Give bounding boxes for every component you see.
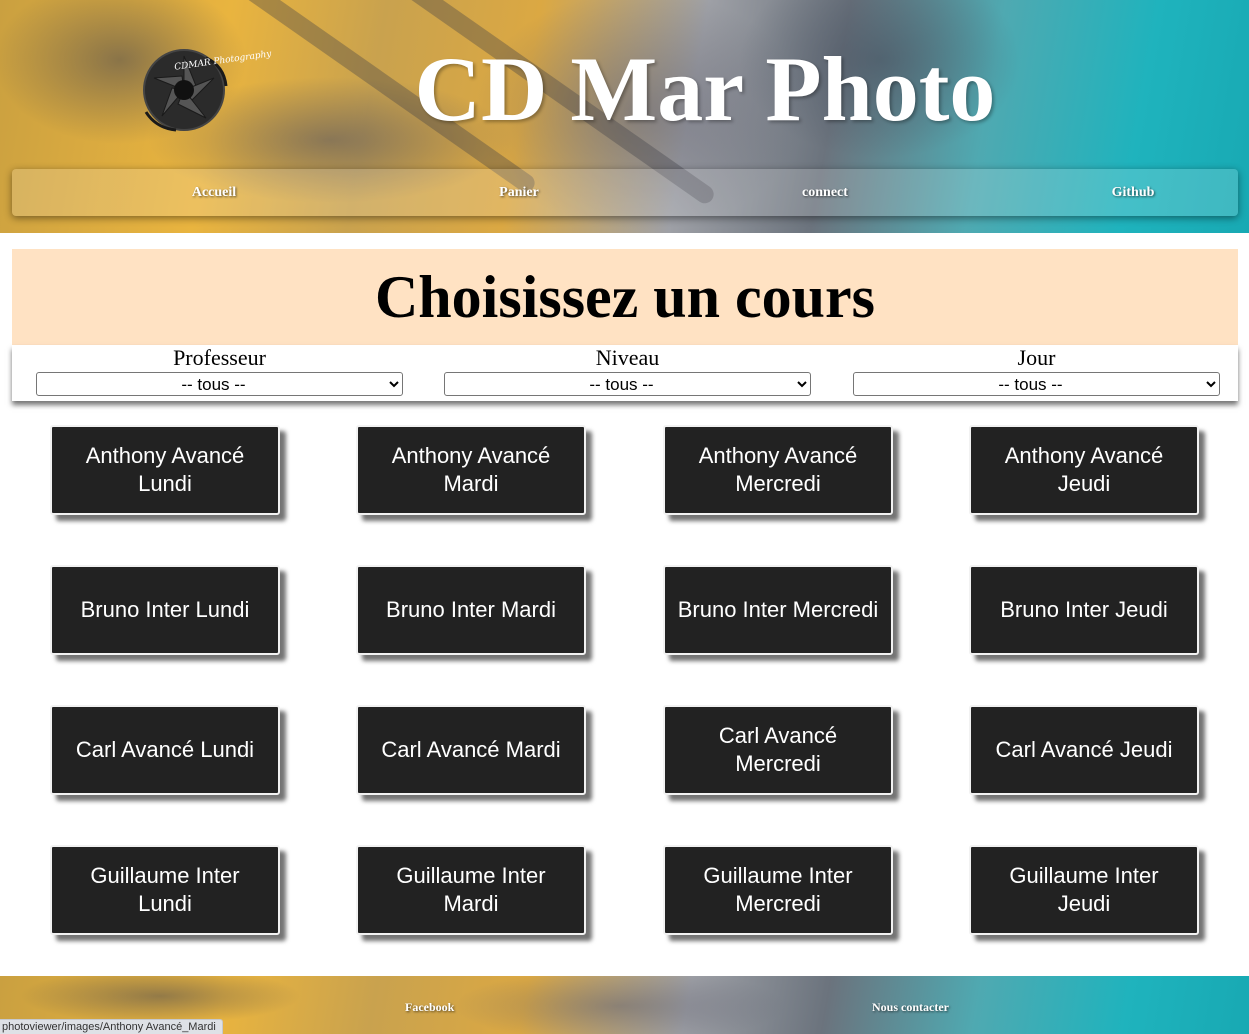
filter-professeur: Professeur -- tous -- [36,345,403,396]
page-heading-banner: Choisissez un cours [12,249,1238,345]
nav-accueil-link[interactable]: Accueil [134,169,294,216]
course-card[interactable]: Guillaume Inter Lundi [50,845,280,935]
course-card[interactable]: Carl Avancé Mardi [356,705,586,795]
course-card[interactable]: Bruno Inter Jeudi [969,565,1199,655]
course-card[interactable]: Guillaume Inter Jeudi [969,845,1199,935]
course-card[interactable]: Anthony Avancé Mardi [356,425,586,515]
footer-facebook-link[interactable]: Facebook [405,1000,454,1015]
footer-contact-link[interactable]: Nous contacter [872,1000,949,1015]
course-card[interactable]: Carl Avancé Mercredi [663,705,893,795]
course-card[interactable]: Guillaume Inter Mardi [356,845,586,935]
course-card[interactable]: Bruno Inter Mardi [356,565,586,655]
main-nav: Accueil Panier connect Github [12,169,1238,216]
course-card[interactable]: Anthony Avancé Jeudi [969,425,1199,515]
course-card[interactable]: Carl Avancé Jeudi [969,705,1199,795]
jour-select[interactable]: -- tous -- [853,372,1220,396]
course-filters: Professeur -- tous -- Niveau -- tous -- … [12,345,1238,401]
filter-niveau-label: Niveau [595,345,660,370]
course-card[interactable]: Guillaume Inter Mercredi [663,845,893,935]
site-title: CD Mar Photo [414,38,996,140]
nav-connect-link[interactable]: connect [745,169,905,216]
course-card[interactable]: Bruno Inter Lundi [50,565,280,655]
filter-niveau: Niveau -- tous -- [444,345,811,396]
nav-panier-link[interactable]: Panier [439,169,599,216]
page-title: Choisissez un cours [374,264,876,330]
browser-status-url: photoviewer/images/Anthony Avancé_Mardi [0,1019,223,1034]
professeur-select[interactable]: -- tous -- [36,372,403,396]
course-card[interactable]: Anthony Avancé Mercredi [663,425,893,515]
course-card[interactable]: Bruno Inter Mercredi [663,565,893,655]
site-header: CDMAR Photography CD Mar Photo Accueil P… [0,0,1249,233]
filter-professeur-label: Professeur [173,345,266,370]
filter-jour: Jour -- tous -- [853,345,1220,396]
nav-github-link[interactable]: Github [1053,169,1213,216]
course-card[interactable]: Carl Avancé Lundi [50,705,280,795]
filter-jour-label: Jour [1017,345,1056,370]
niveau-select[interactable]: -- tous -- [444,372,811,396]
course-card[interactable]: Anthony Avancé Lundi [50,425,280,515]
